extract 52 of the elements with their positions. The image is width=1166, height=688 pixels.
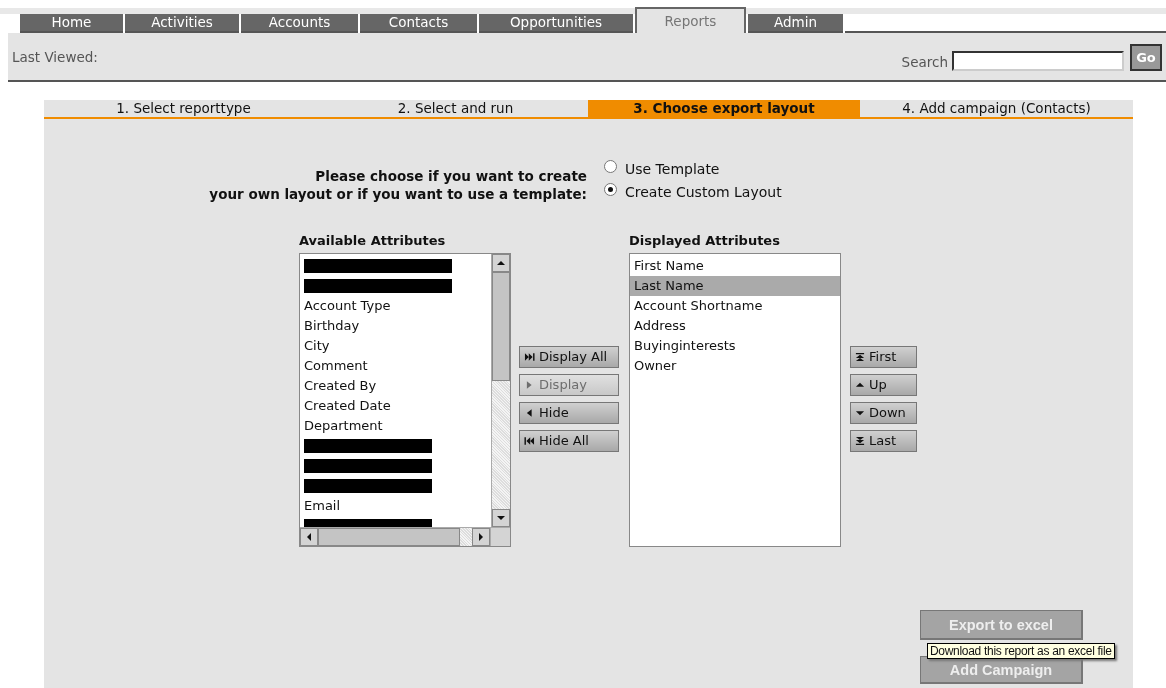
- arrow-icon: [524, 351, 535, 362]
- list-item[interactable]: Buyinginterests: [630, 336, 840, 356]
- list-item[interactable]: Birthday: [300, 316, 491, 336]
- order-button[interactable]: First: [850, 345, 917, 368]
- wizard-step: 1. Select reporttype: [44, 100, 323, 117]
- last-viewed-label: Last Viewed:: [12, 49, 98, 65]
- horizontal-scrollbar[interactable]: [300, 527, 510, 546]
- nav-tab[interactable]: Contacts: [360, 14, 477, 33]
- wizard-step: 3. Choose export layout: [588, 100, 860, 117]
- list-item[interactable]: Email: [300, 496, 491, 516]
- radio-button[interactable]: [604, 182, 617, 196]
- list-item[interactable]: Address: [630, 316, 840, 336]
- order-button[interactable]: Down: [850, 401, 917, 424]
- radio-button[interactable]: [604, 159, 617, 173]
- radio-label[interactable]: Use Template: [625, 161, 720, 177]
- move-button[interactable]: Hide All: [519, 429, 619, 452]
- list-item[interactable]: Last Name: [630, 276, 840, 296]
- list-title: Available Attributes: [299, 233, 447, 248]
- list-item[interactable]: Created Date: [300, 396, 491, 416]
- vertical-scrollbar[interactable]: [491, 254, 510, 527]
- list-item[interactable]: Created By: [300, 376, 491, 396]
- search-label: Search: [901, 54, 948, 70]
- wizard-step: 4. Add campaign (Contacts): [860, 100, 1133, 117]
- arrow-icon: [855, 435, 865, 446]
- list-item[interactable]: Account Type: [300, 296, 491, 316]
- move-button[interactable]: Display All: [519, 345, 619, 368]
- layout-prompt: Please choose if you want to create your own layout or if you want to use a template:: [208, 167, 587, 203]
- wizard-step: 2. Select and run: [323, 100, 588, 117]
- arrow-icon: [524, 407, 535, 418]
- available-list[interactable]: Account Type Birthday City Comment Created By Created Date Department Email: [299, 253, 511, 547]
- radio-label[interactable]: Create Custom Layout: [625, 184, 782, 200]
- displayed-list[interactable]: First Name Last Name Account Shortname Address Buyinginterests Owner: [629, 253, 841, 547]
- nav-tab[interactable]: Admin: [748, 14, 843, 33]
- nav-tab[interactable]: Home: [20, 14, 123, 33]
- list-item[interactable]: City: [300, 336, 491, 356]
- arrow-icon: [855, 351, 865, 362]
- list-item[interactable]: Owner: [630, 356, 840, 376]
- tooltip: Download this report as an excel file: [927, 643, 1115, 659]
- order-button[interactable]: Last: [850, 429, 917, 452]
- list-item[interactable]: Department: [300, 416, 491, 436]
- nav-tab[interactable]: Activities: [125, 14, 239, 33]
- list-item[interactable]: Account Shortname: [630, 296, 840, 316]
- nav-tab[interactable]: Accounts: [241, 14, 358, 33]
- list-title: Displayed Attributes: [629, 233, 781, 248]
- list-item[interactable]: First Name: [630, 256, 840, 276]
- arrow-icon: [524, 435, 535, 446]
- order-button[interactable]: Up: [850, 373, 917, 396]
- search-field[interactable]: [952, 51, 1124, 71]
- list-item[interactable]: Comment: [300, 356, 491, 376]
- nav-tab[interactable]: Opportunities: [479, 14, 633, 33]
- nav-tab[interactable]: Reports: [635, 7, 746, 33]
- move-button[interactable]: Hide: [519, 401, 619, 424]
